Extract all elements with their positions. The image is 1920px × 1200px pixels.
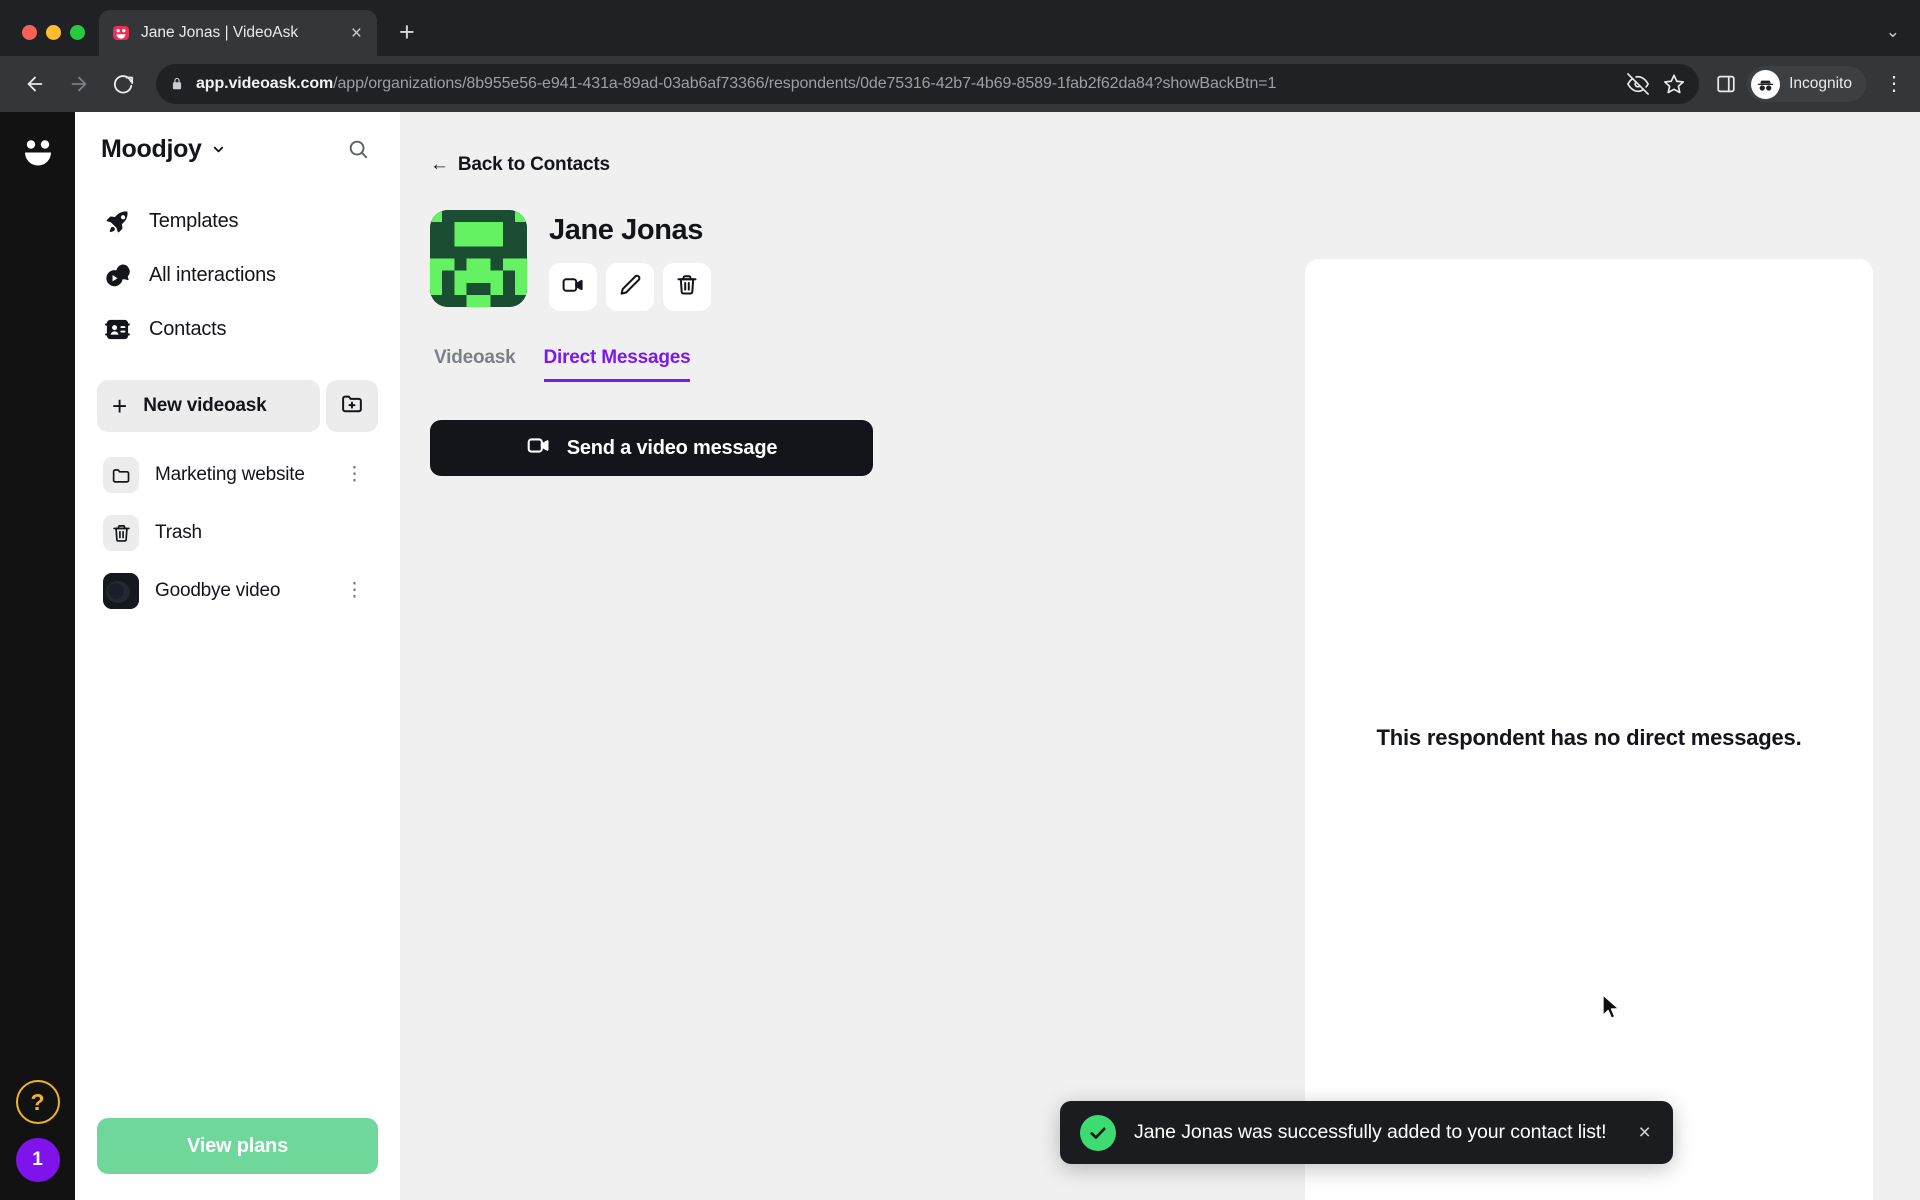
address-bar-actions xyxy=(1615,73,1685,95)
contact-tabs: Videoask Direct Messages xyxy=(430,347,900,382)
organization-name: Moodjoy xyxy=(101,134,202,163)
folder-label: Marketing website xyxy=(155,464,305,485)
folder-item-goodbye-video[interactable]: Goodbye video ⋮ xyxy=(97,564,378,618)
new-tab-button[interactable]: + xyxy=(399,19,415,46)
minimize-window-button[interactable] xyxy=(46,25,61,40)
video-message-button[interactable] xyxy=(549,263,597,311)
sidebar-item-all-interactions[interactable]: All interactions xyxy=(97,250,378,300)
contact-name: Jane Jonas xyxy=(549,214,703,246)
folder-icon xyxy=(103,457,139,493)
contact-action-buttons xyxy=(549,263,711,311)
chevron-down-icon xyxy=(211,142,226,157)
send-video-message-button[interactable]: Send a video message xyxy=(430,420,873,476)
play-bubble-icon xyxy=(103,261,132,290)
help-icon[interactable]: ? xyxy=(15,1080,60,1124)
trash-icon xyxy=(103,515,139,551)
browser-window: Jane Jonas | VideoAsk × + ⌄ app.videoask… xyxy=(0,0,1920,1200)
folder-item-trash[interactable]: Trash xyxy=(97,506,378,560)
notification-badge[interactable]: 1 xyxy=(15,1138,60,1182)
sidebar-item-contacts[interactable]: Contacts xyxy=(97,304,378,354)
plus-icon: + xyxy=(112,391,128,421)
contact-header: Jane Jonas xyxy=(430,210,900,311)
folder-plus-icon xyxy=(340,391,365,421)
toast-notification: Jane Jonas was successfully added to you… xyxy=(1060,1101,1673,1164)
sidebar-item-label: Templates xyxy=(149,209,239,232)
eye-off-icon[interactable] xyxy=(1627,73,1650,95)
sidebar-item-templates[interactable]: Templates xyxy=(97,196,378,246)
app-sidebar: Moodjoy Templates All interactions Conta… xyxy=(75,112,400,1200)
contact-detail-pane: ← Back to Contacts Jane Jonas Videoask D… xyxy=(400,112,900,1200)
back-button[interactable] xyxy=(16,65,54,103)
incognito-icon xyxy=(1751,69,1781,99)
view-plans-button[interactable]: View plans xyxy=(97,1118,378,1174)
browser-toolbar: app.videoask.com/app/organizations/8b955… xyxy=(0,56,1920,112)
video-camera-icon xyxy=(561,273,585,302)
sidebar-nav: Templates All interactions Contacts xyxy=(97,196,378,354)
tab-videoask[interactable]: Videoask xyxy=(434,347,516,382)
video-camera-icon xyxy=(526,433,551,464)
trash-icon xyxy=(675,273,699,302)
back-to-contacts-label: Back to Contacts xyxy=(457,154,610,175)
browser-menu-button[interactable]: ⋮ xyxy=(1884,74,1904,94)
browser-tabstrip: Jane Jonas | VideoAsk × + ⌄ xyxy=(0,0,1920,56)
rocket-icon xyxy=(103,207,132,236)
window-traffic-lights xyxy=(14,25,99,56)
tab-search-button[interactable]: ⌄ xyxy=(1886,22,1920,56)
side-panel-icon[interactable] xyxy=(1715,73,1737,95)
videoask-favicon xyxy=(111,23,131,43)
videoask-logo[interactable] xyxy=(17,130,59,172)
send-video-message-label: Send a video message xyxy=(566,436,778,459)
empty-state-message: This respondent has no direct messages. xyxy=(1376,725,1802,750)
folder-more-button[interactable]: ⋮ xyxy=(337,580,372,600)
folder-item-marketing-website[interactable]: Marketing website ⋮ xyxy=(97,448,378,502)
tab-direct-messages[interactable]: Direct Messages xyxy=(543,347,691,382)
address-bar-url: app.videoask.com/app/organizations/8b955… xyxy=(196,75,1276,93)
url-host: app.videoask.com xyxy=(196,75,334,92)
close-window-button[interactable] xyxy=(22,25,37,40)
delete-contact-button[interactable] xyxy=(663,263,711,311)
sidebar-folder-list: Marketing website ⋮ Trash Goodbye video … xyxy=(97,448,378,618)
check-circle-icon xyxy=(1080,1114,1116,1151)
contacts-icon xyxy=(103,315,132,344)
pencil-icon xyxy=(618,273,642,302)
sidebar-item-label: All interactions xyxy=(149,263,276,286)
app-body: ? 1 Moodjoy Templates All interactions C… xyxy=(0,112,1920,1200)
app-rail: ? 1 xyxy=(0,112,75,1200)
sidebar-footer: View plans xyxy=(97,1118,378,1200)
back-to-contacts-link[interactable]: ← Back to Contacts xyxy=(430,154,900,176)
address-bar[interactable]: app.videoask.com/app/organizations/8b955… xyxy=(156,64,1700,104)
organization-switcher[interactable]: Moodjoy xyxy=(97,112,378,186)
main-area: ← Back to Contacts Jane Jonas Videoask D… xyxy=(400,112,1920,1200)
profile-chip[interactable]: Incognito xyxy=(1747,66,1866,102)
folder-label: Trash xyxy=(155,522,202,543)
reload-button[interactable] xyxy=(104,65,142,103)
sidebar-item-label: Contacts xyxy=(149,317,227,340)
folder-label: Goodbye video xyxy=(155,580,281,601)
close-icon[interactable]: × xyxy=(1625,1122,1651,1143)
contact-meta: Jane Jonas xyxy=(549,210,711,311)
jane-jonas-avatar xyxy=(430,210,527,307)
search-icon[interactable] xyxy=(342,133,374,165)
new-videoask-row: + New videoask xyxy=(97,380,378,432)
folder-more-button[interactable]: ⋮ xyxy=(337,464,372,484)
url-path: /app/organizations/8b955e56-e941-431a-89… xyxy=(333,75,1277,92)
new-folder-button[interactable] xyxy=(326,380,378,432)
toast-message: Jane Jonas was successfully added to you… xyxy=(1134,1121,1607,1143)
forward-button[interactable] xyxy=(60,65,98,103)
close-tab-button[interactable]: × xyxy=(348,21,365,46)
maximize-window-button[interactable] xyxy=(70,25,85,40)
video-thumbnail xyxy=(103,573,139,609)
browser-tab-title: Jane Jonas | VideoAsk xyxy=(141,24,299,41)
rail-bottom-actions: ? 1 xyxy=(15,1080,60,1182)
new-videoask-button[interactable]: + New videoask xyxy=(97,380,320,432)
profile-label: Incognito xyxy=(1789,75,1852,92)
edit-contact-button[interactable] xyxy=(606,263,654,311)
star-icon[interactable] xyxy=(1663,73,1685,95)
messages-panel: This respondent has no direct messages. xyxy=(1305,259,1873,1200)
arrow-left-icon: ← xyxy=(430,154,449,175)
new-videoask-label: New videoask xyxy=(143,395,267,416)
lock-icon xyxy=(170,77,186,91)
browser-tab[interactable]: Jane Jonas | VideoAsk × xyxy=(99,10,377,56)
